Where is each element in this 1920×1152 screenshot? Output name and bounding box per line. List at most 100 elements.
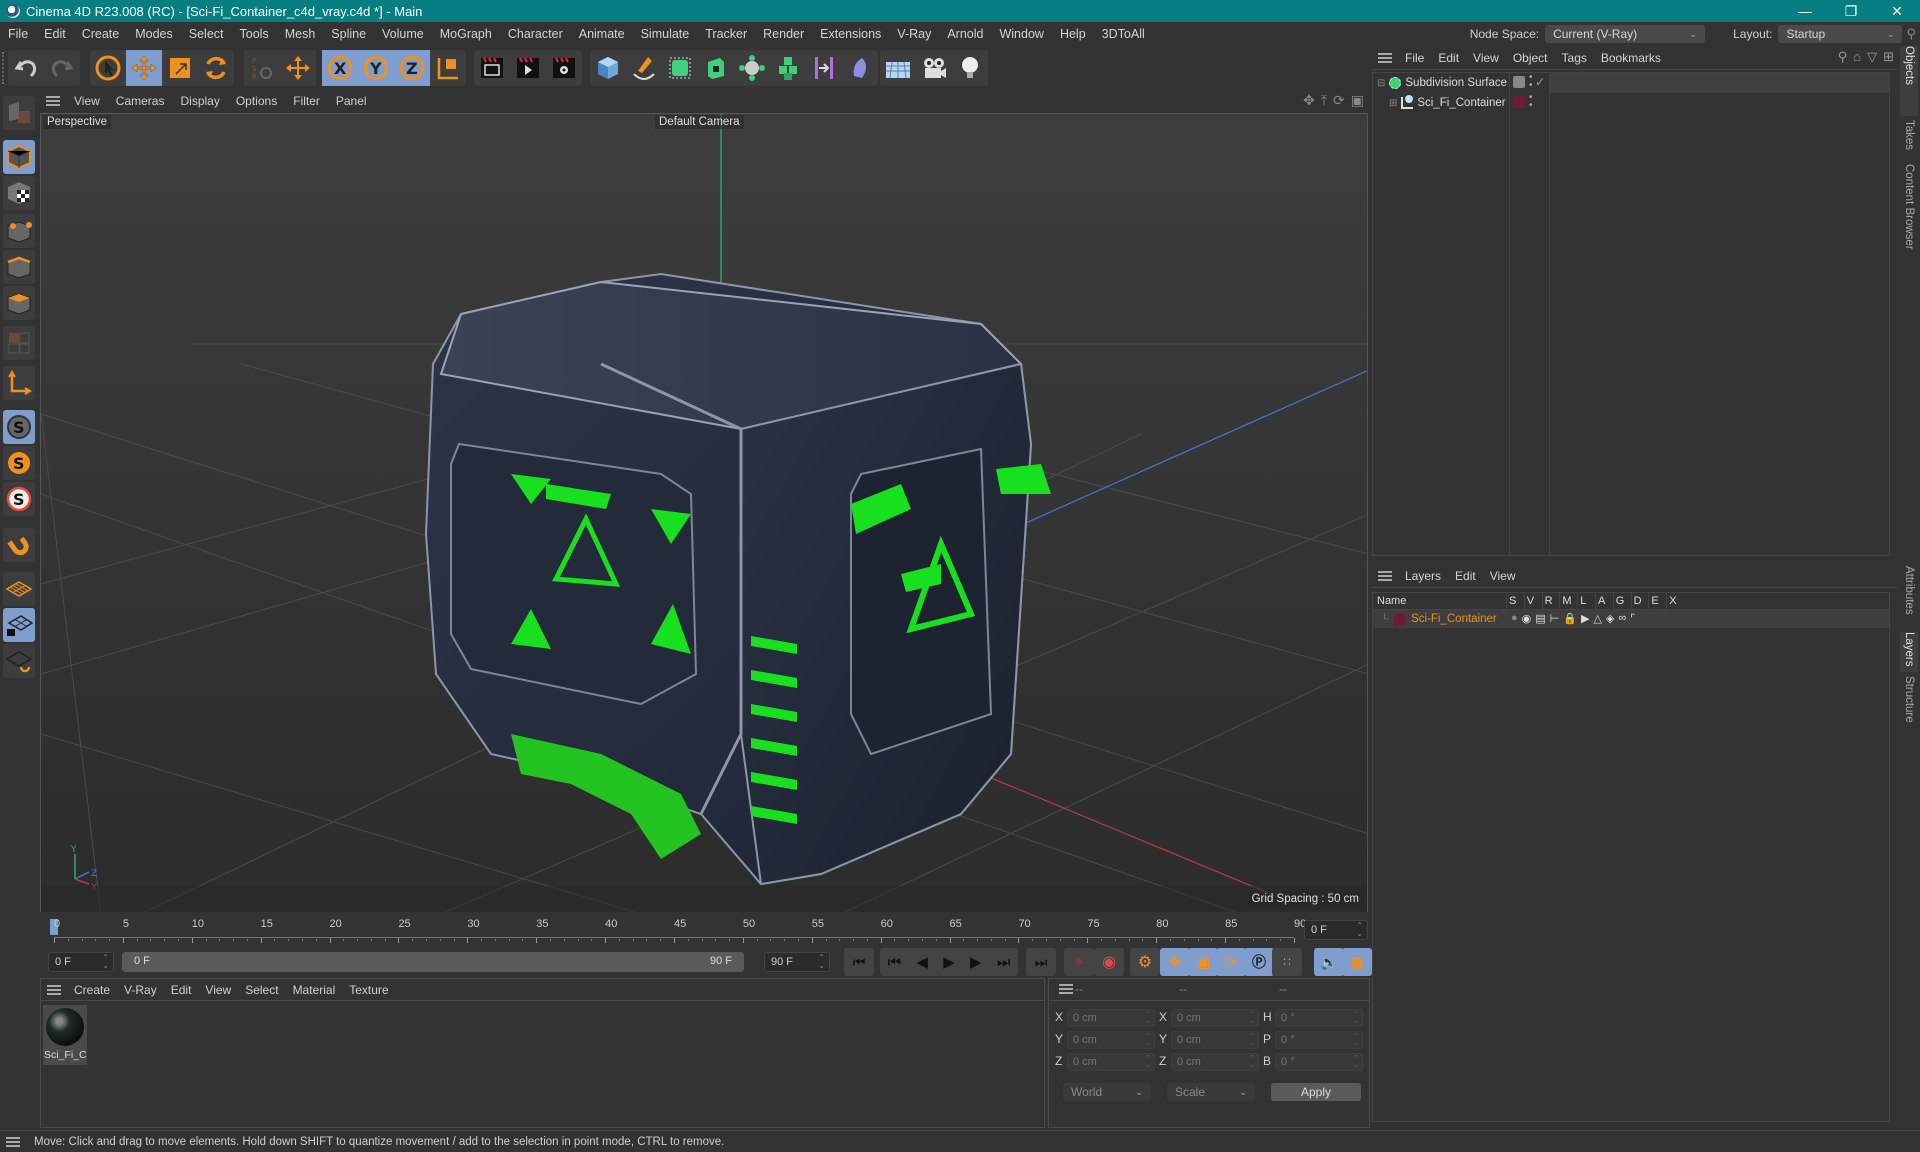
key-parameter-button[interactable]: Ⓟ bbox=[1244, 948, 1274, 976]
sound-button[interactable]: 🔈 bbox=[1314, 948, 1344, 976]
coordinate-value-field[interactable]: 0 ° ⌃ ⌄ bbox=[1275, 1053, 1363, 1071]
polygons-mode-button[interactable] bbox=[3, 286, 35, 320]
psr-button[interactable]: PSR bbox=[244, 50, 280, 86]
next-keyframe-button[interactable]: ⏭ bbox=[997, 954, 1011, 971]
preview-range-slider[interactable]: 0 F 90 F bbox=[122, 952, 744, 972]
dolly-icon[interactable]: ⤒ bbox=[1321, 92, 1327, 109]
manager-toggle-icon[interactable]: ⊢ bbox=[1550, 612, 1560, 625]
expand-icon[interactable]: ⊞ bbox=[1389, 98, 1397, 109]
render-view-button[interactable] bbox=[474, 50, 510, 86]
minimize-button[interactable]: — bbox=[1782, 0, 1828, 22]
locked-workplane-button[interactable] bbox=[3, 608, 35, 642]
hamburger-menu-icon[interactable] bbox=[1378, 570, 1392, 581]
menu-spline[interactable]: Spline bbox=[323, 27, 374, 41]
spinner-icon[interactable]: ⌃ ⌄ bbox=[1145, 1011, 1151, 1025]
animation-toggle-icon[interactable]: ▶ bbox=[1581, 612, 1589, 625]
axis-mode-button[interactable] bbox=[3, 366, 35, 400]
material-menu-edit[interactable]: Edit bbox=[164, 983, 199, 997]
viewport-menu-view[interactable]: View bbox=[66, 94, 108, 108]
coordinate-system-button[interactable] bbox=[430, 50, 466, 86]
layer-menu-edit[interactable]: Edit bbox=[1448, 569, 1483, 583]
timeline-ruler[interactable]: 0 5 10 15 20 25 30 35 40 45 50 55 60 65 70 75 80 85 90 0 F… bbox=[40, 912, 1370, 948]
layer-name[interactable]: Sci-Fi_Container bbox=[1411, 613, 1497, 625]
layer-column-header[interactable]: X bbox=[1669, 595, 1676, 607]
maximize-view-icon[interactable]: ▣ bbox=[1351, 92, 1364, 109]
object-menu-view[interactable]: View bbox=[1466, 51, 1506, 65]
texture-mode-button[interactable] bbox=[3, 176, 35, 210]
coordinate-value-field[interactable]: 0 ° ⌃ ⌄ bbox=[1275, 1009, 1363, 1027]
camera-name-label[interactable]: Default Camera bbox=[655, 115, 744, 129]
timeline-button[interactable]: ▦ bbox=[1342, 948, 1372, 976]
enabled-check-icon[interactable]: ✓ bbox=[1535, 75, 1545, 89]
model-mode-button[interactable] bbox=[3, 140, 35, 174]
material-menu-select[interactable]: Select bbox=[238, 983, 285, 997]
record-button[interactable]: ● bbox=[1064, 948, 1094, 976]
floor-button[interactable] bbox=[880, 50, 916, 86]
menu-mesh[interactable]: Mesh bbox=[277, 27, 324, 41]
object-row[interactable]: ⊞ Sci_Fi_Container • • bbox=[1373, 93, 1549, 113]
tab-objects[interactable]: Objects bbox=[1900, 46, 1918, 116]
menu-3dtoall[interactable]: 3DToAll bbox=[1094, 27, 1153, 41]
redo-button[interactable] bbox=[44, 50, 80, 86]
coordinate-mode-dropdown[interactable]: World ⌄ bbox=[1063, 1083, 1151, 1101]
rotate-tool-button[interactable] bbox=[198, 50, 234, 86]
hamburger-menu-icon[interactable] bbox=[46, 96, 60, 106]
menu-tools[interactable]: Tools bbox=[232, 27, 277, 41]
live-selection-button[interactable] bbox=[90, 50, 126, 86]
current-frame-field[interactable]: 0 F ⌃ ⌄ bbox=[1304, 920, 1368, 940]
spinner-icon[interactable]: ⌃ ⌄ bbox=[1249, 1055, 1255, 1069]
close-button[interactable]: ✕ bbox=[1874, 0, 1920, 22]
render-toggle-icon[interactable]: ▤ bbox=[1535, 612, 1545, 625]
menu-mograph[interactable]: MoGraph bbox=[432, 27, 500, 41]
layer-color-swatch[interactable] bbox=[1394, 613, 1406, 625]
tab-layers[interactable]: Layers bbox=[1900, 632, 1918, 672]
pan-icon[interactable]: ✥ bbox=[1303, 92, 1315, 109]
menu-simulate[interactable]: Simulate bbox=[633, 27, 698, 41]
render-settings-button[interactable] bbox=[546, 50, 582, 86]
visibility-dots-icon[interactable]: • • bbox=[1529, 73, 1533, 91]
hamburger-menu-icon[interactable] bbox=[6, 1136, 20, 1147]
coordinate-value-field[interactable]: 0 cm ⌃ ⌄ bbox=[1171, 1053, 1259, 1071]
menu-tracker[interactable]: Tracker bbox=[697, 27, 755, 41]
spinner-icon[interactable]: ⌃ ⌄ bbox=[1249, 1011, 1255, 1025]
visible-toggle-icon[interactable]: ◉ bbox=[1522, 612, 1532, 625]
3d-viewport[interactable]: Y Z X Perspective Default Camera Grid Sp… bbox=[40, 113, 1368, 913]
coordinate-value-field[interactable]: 0 ° ⌃ ⌄ bbox=[1275, 1031, 1363, 1049]
menu-arnold[interactable]: Arnold bbox=[939, 27, 991, 41]
menu-volume[interactable]: Volume bbox=[374, 27, 432, 41]
deformer-button[interactable] bbox=[806, 50, 842, 86]
spinner-icon[interactable]: ⌃ ⌄ bbox=[1145, 1033, 1151, 1047]
solo-toggle-icon[interactable]: ● bbox=[1511, 612, 1518, 625]
object-row[interactable]: ⊟ Subdivision Surface • • ✓ bbox=[1373, 73, 1549, 93]
spinner-icon[interactable]: ⌃ ⌄ bbox=[1353, 1033, 1359, 1047]
material-menu-material[interactable]: Material bbox=[286, 983, 343, 997]
tab-structure[interactable]: Structure bbox=[1900, 676, 1918, 736]
object-menu-edit[interactable]: Edit bbox=[1431, 51, 1466, 65]
menu-create[interactable]: Create bbox=[74, 27, 128, 41]
layout-dropdown[interactable]: Startup ⌄ bbox=[1778, 25, 1903, 43]
layer-column-header[interactable]: A bbox=[1598, 595, 1605, 607]
menu-character[interactable]: Character bbox=[500, 27, 571, 41]
material-swatch[interactable]: Sci_Fi_Cc bbox=[43, 1005, 87, 1065]
tab-attributes[interactable]: Attributes bbox=[1900, 566, 1918, 628]
layer-column-header[interactable]: L bbox=[1580, 595, 1586, 607]
start-frame-field[interactable]: 0 F ⌃ ⌄ bbox=[48, 952, 114, 972]
subdivision-surface-button[interactable] bbox=[662, 50, 698, 86]
layer-row[interactable]: └ Sci-Fi_Container ● ◉ ▤ ⊢ 🔒 ▶ △ ◈ ∞ ⌜ bbox=[1373, 610, 1889, 628]
spinner-icon[interactable]: ⌃ ⌄ bbox=[1249, 1033, 1255, 1047]
edit-toggle-icon[interactable] bbox=[1513, 76, 1525, 88]
menu-help[interactable]: Help bbox=[1052, 27, 1094, 41]
menu-select[interactable]: Select bbox=[181, 27, 232, 41]
coordinate-value-field[interactable]: 0 cm ⌃ ⌄ bbox=[1067, 1053, 1155, 1071]
coordinate-value-field[interactable]: 0 cm ⌃ ⌄ bbox=[1171, 1031, 1259, 1049]
workplane-align-button[interactable] bbox=[3, 644, 35, 678]
deformer-toggle-icon[interactable]: ◈ bbox=[1606, 612, 1614, 625]
undo-button[interactable] bbox=[8, 50, 44, 86]
menu-vray[interactable]: V-Ray bbox=[889, 27, 939, 41]
material-menu-create[interactable]: Create bbox=[67, 983, 117, 997]
visibility-dots-icon[interactable]: • • bbox=[1529, 93, 1533, 111]
z-axis-lock-button[interactable]: Z bbox=[394, 50, 430, 86]
layer-column-header[interactable]: Name bbox=[1377, 595, 1406, 607]
hamburger-menu-icon[interactable] bbox=[47, 984, 61, 995]
object-menu-tags[interactable]: Tags bbox=[1555, 51, 1594, 65]
